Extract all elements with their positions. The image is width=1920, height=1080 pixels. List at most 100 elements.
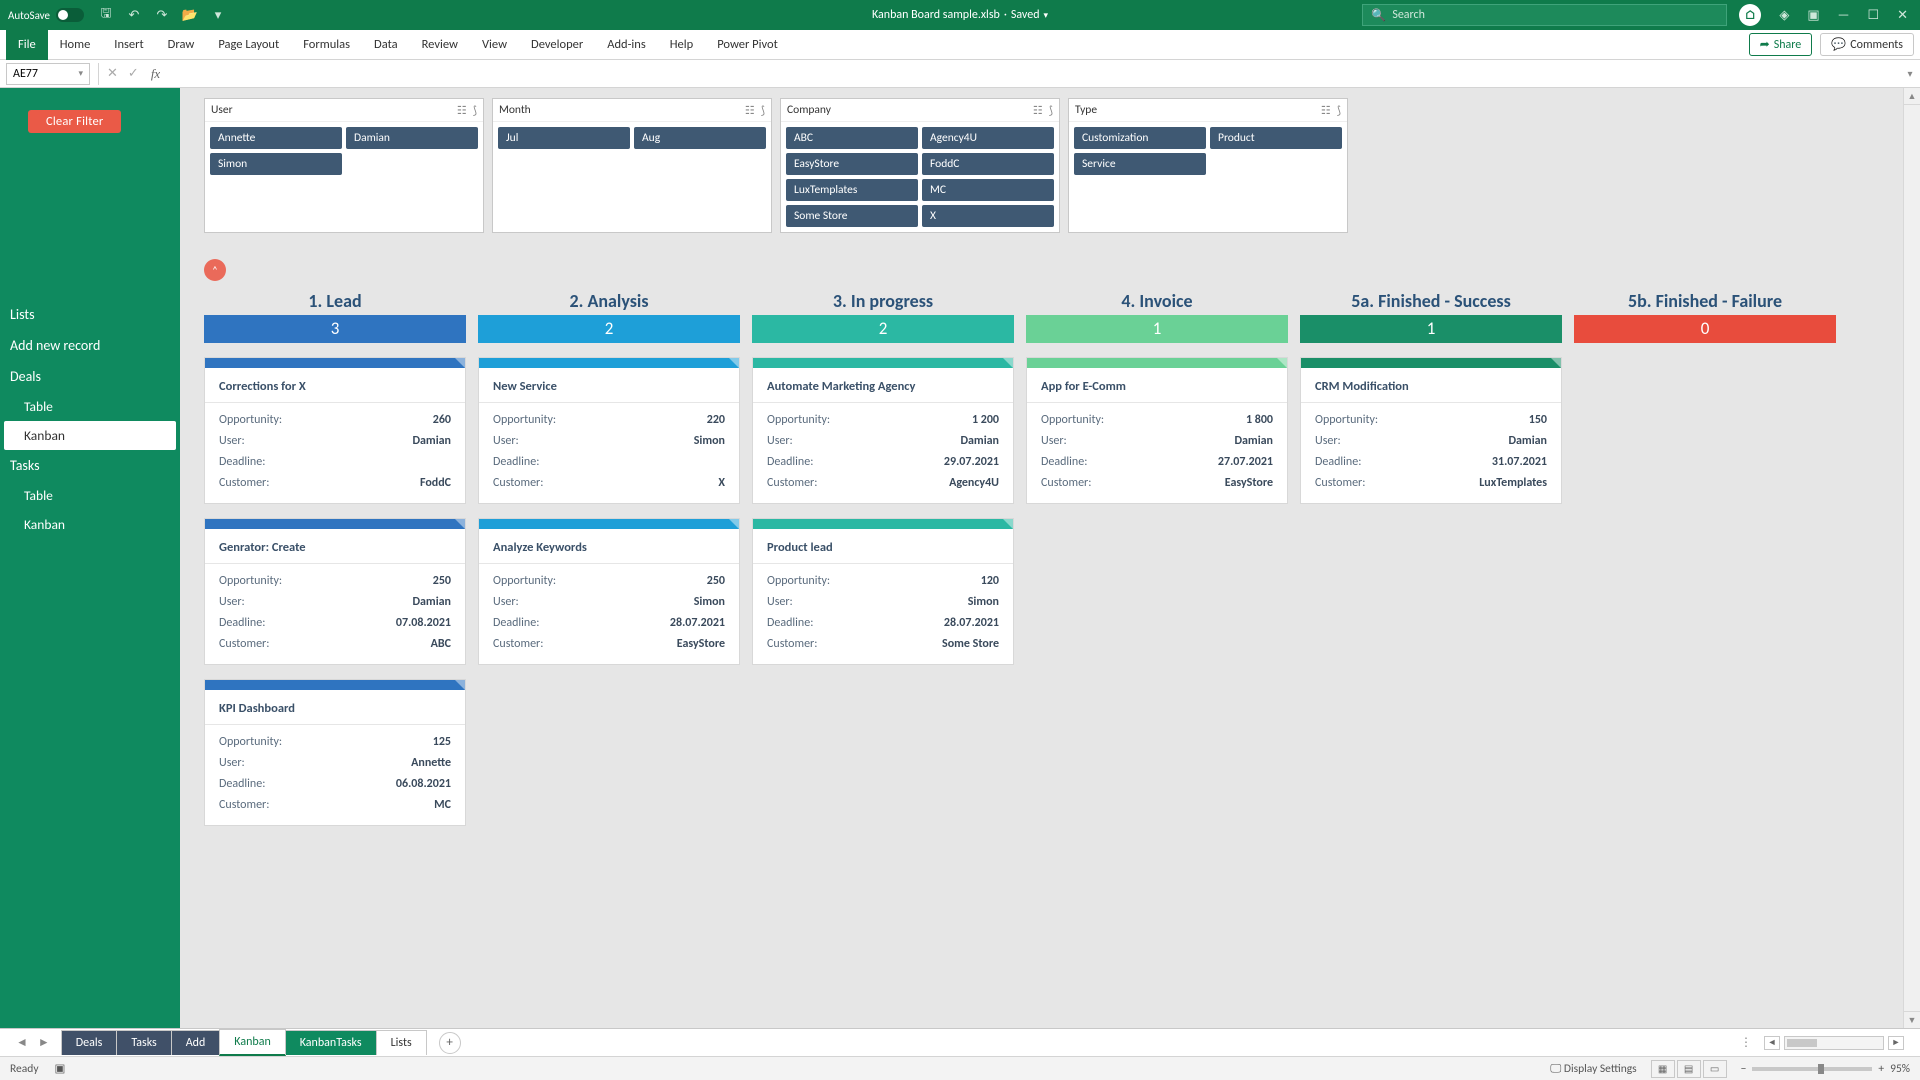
nav-deals[interactable]: Deals xyxy=(0,361,180,392)
fx-icon[interactable]: fx xyxy=(151,66,160,82)
kanban-card[interactable]: New ServiceOpportunity:220User:SimonDead… xyxy=(478,357,740,504)
view-page-break-icon[interactable]: ▭ xyxy=(1703,1060,1727,1078)
kanban-card[interactable]: CRM ModificationOpportunity:150User:Dami… xyxy=(1300,357,1562,504)
scroll-down-icon[interactable]: ▼ xyxy=(1904,1011,1920,1028)
open-icon[interactable]: 📂 xyxy=(182,7,198,23)
maximize-icon[interactable]: ☐ xyxy=(1867,8,1879,23)
clear-slicer-icon[interactable]: ⟆ xyxy=(761,104,765,117)
slicer-chip[interactable]: ABC xyxy=(786,127,918,149)
nav-deals-table[interactable]: Table xyxy=(0,392,180,421)
horizontal-scrollbar[interactable]: ⋮ ◄ ► xyxy=(1740,1035,1904,1050)
ribbon-tab-help[interactable]: Help xyxy=(658,30,705,60)
kanban-card[interactable]: KPI DashboardOpportunity:125User:Annette… xyxy=(204,679,466,826)
slicer-chip[interactable]: Damian xyxy=(346,127,478,149)
nav-add-record[interactable]: Add new record xyxy=(0,330,180,361)
macro-record-icon[interactable]: ▣ xyxy=(55,1061,66,1076)
hscroll-right-icon[interactable]: ► xyxy=(1888,1036,1904,1050)
ribbon-tab-developer[interactable]: Developer xyxy=(519,30,595,60)
slicer-chip[interactable]: Some Store xyxy=(786,205,918,227)
ribbon-tab-review[interactable]: Review xyxy=(410,30,470,60)
ribbon-tab-power-pivot[interactable]: Power Pivot xyxy=(705,30,790,60)
sheet-tab-lists[interactable]: Lists xyxy=(376,1030,427,1055)
slicer-chip[interactable]: Simon xyxy=(210,153,342,175)
zoom-control[interactable]: − + 95% xyxy=(1741,1062,1910,1076)
view-page-layout-icon[interactable]: ▤ xyxy=(1677,1060,1701,1078)
ribbon-tab-addins[interactable]: Add-ins xyxy=(595,30,658,60)
nav-tasks-kanban[interactable]: Kanban xyxy=(0,510,180,539)
ribbon-display-icon[interactable]: ▣ xyxy=(1807,8,1819,23)
formula-input[interactable] xyxy=(160,63,1876,85)
kanban-card[interactable]: Automate Marketing AgencyOpportunity:1 2… xyxy=(752,357,1014,504)
slicer-chip[interactable]: Aug xyxy=(634,127,766,149)
minimize-icon[interactable]: — xyxy=(1838,8,1850,23)
clear-slicer-icon[interactable]: ⟆ xyxy=(1337,104,1341,117)
slicer-chip[interactable]: Agency4U xyxy=(922,127,1054,149)
clear-filter-button[interactable]: Clear Filter xyxy=(28,110,121,133)
scroll-up-icon[interactable]: ▲ xyxy=(1904,88,1920,105)
slicer-chip[interactable]: Service xyxy=(1074,153,1206,175)
save-icon[interactable]: 🖫 xyxy=(98,7,114,23)
kanban-card[interactable]: Analyze KeywordsOpportunity:250User:Simo… xyxy=(478,518,740,665)
sheet-tab-kanban[interactable]: Kanban xyxy=(219,1029,285,1056)
diamond-icon[interactable]: ◈ xyxy=(1779,8,1789,23)
kanban-card[interactable]: Product leadOpportunity:120User:SimonDea… xyxy=(752,518,1014,665)
multiselect-icon[interactable]: ☷ xyxy=(745,104,755,117)
view-normal-icon[interactable]: ▦ xyxy=(1651,1060,1675,1078)
slicer-chip[interactable]: Jul xyxy=(498,127,630,149)
kanban-card[interactable]: App for E-CommOpportunity:1 800User:Dami… xyxy=(1026,357,1288,504)
nav-tasks-table[interactable]: Table xyxy=(0,481,180,510)
redo-icon[interactable]: ↷ xyxy=(154,7,170,23)
close-icon[interactable]: ✕ xyxy=(1897,8,1908,23)
ribbon-tab-draw[interactable]: Draw xyxy=(156,30,207,60)
kanban-card[interactable]: Genrator: CreateOpportunity:250User:Dami… xyxy=(204,518,466,665)
nav-lists[interactable]: Lists xyxy=(0,299,180,330)
nav-tasks[interactable]: Tasks xyxy=(0,450,180,481)
sheet-tab-tasks[interactable]: Tasks xyxy=(116,1030,171,1055)
nav-deals-kanban[interactable]: Kanban xyxy=(4,421,176,450)
multiselect-icon[interactable]: ☷ xyxy=(1033,104,1043,117)
multiselect-icon[interactable]: ☷ xyxy=(1321,104,1331,117)
slicer-chip[interactable]: LuxTemplates xyxy=(786,179,918,201)
sheet-next-icon[interactable]: ► xyxy=(38,1035,50,1050)
collapse-circle-icon[interactable]: ˄ xyxy=(204,259,226,281)
clear-slicer-icon[interactable]: ⟆ xyxy=(473,104,477,117)
sheet-prev-icon[interactable]: ◄ xyxy=(16,1035,28,1050)
slicer-chip[interactable]: X xyxy=(922,205,1054,227)
vertical-scrollbar[interactable]: ▲ ▼ xyxy=(1903,88,1920,1028)
name-box[interactable]: AE77 xyxy=(6,63,90,85)
comments-button[interactable]: 💬Comments xyxy=(1820,33,1914,56)
sheet-tab-add[interactable]: Add xyxy=(171,1030,221,1055)
user-avatar[interactable]: ⌂ xyxy=(1739,4,1761,26)
add-sheet-button[interactable]: + xyxy=(439,1032,461,1054)
zoom-in-icon[interactable]: + xyxy=(1878,1062,1884,1076)
autosave-toggle[interactable] xyxy=(56,8,84,22)
multiselect-icon[interactable]: ☷ xyxy=(457,104,467,117)
slicer-chip[interactable]: Annette xyxy=(210,127,342,149)
ribbon-tab-formulas[interactable]: Formulas xyxy=(291,30,362,60)
share-button[interactable]: ➦Share xyxy=(1749,33,1813,56)
hscroll-track[interactable] xyxy=(1784,1036,1884,1050)
ribbon-tab-page-layout[interactable]: Page Layout xyxy=(206,30,291,60)
ribbon-tab-insert[interactable]: Insert xyxy=(102,30,155,60)
slicer-chip[interactable]: Customization xyxy=(1074,127,1206,149)
slicer-chip[interactable]: FoddC xyxy=(922,153,1054,175)
slicer-chip[interactable]: EasyStore xyxy=(786,153,918,175)
ribbon-tab-home[interactable]: Home xyxy=(48,30,103,60)
undo-icon[interactable]: ↶ xyxy=(126,7,142,23)
kanban-card[interactable]: Corrections for XOpportunity:260User:Dam… xyxy=(204,357,466,504)
zoom-slider[interactable] xyxy=(1752,1067,1872,1071)
display-settings[interactable]: 🖵 Display Settings xyxy=(1550,1062,1636,1076)
ribbon-tab-file[interactable]: File xyxy=(6,30,48,60)
qat-dropdown-icon[interactable]: ▾ xyxy=(210,7,226,23)
sheet-tab-kanbantasks[interactable]: KanbanTasks xyxy=(285,1030,377,1055)
hscroll-left-icon[interactable]: ◄ xyxy=(1764,1036,1780,1050)
slicer-chip[interactable]: Product xyxy=(1210,127,1342,149)
ribbon-tab-data[interactable]: Data xyxy=(362,30,410,60)
zoom-out-icon[interactable]: − xyxy=(1741,1062,1747,1076)
slicer-chip[interactable]: MC xyxy=(922,179,1054,201)
search-input[interactable]: 🔍 Search xyxy=(1362,4,1727,26)
cancel-formula-icon[interactable]: ✕ xyxy=(107,66,118,81)
sheet-tab-deals[interactable]: Deals xyxy=(61,1030,118,1055)
clear-slicer-icon[interactable]: ⟆ xyxy=(1049,104,1053,117)
enter-formula-icon[interactable]: ✓ xyxy=(128,66,139,81)
